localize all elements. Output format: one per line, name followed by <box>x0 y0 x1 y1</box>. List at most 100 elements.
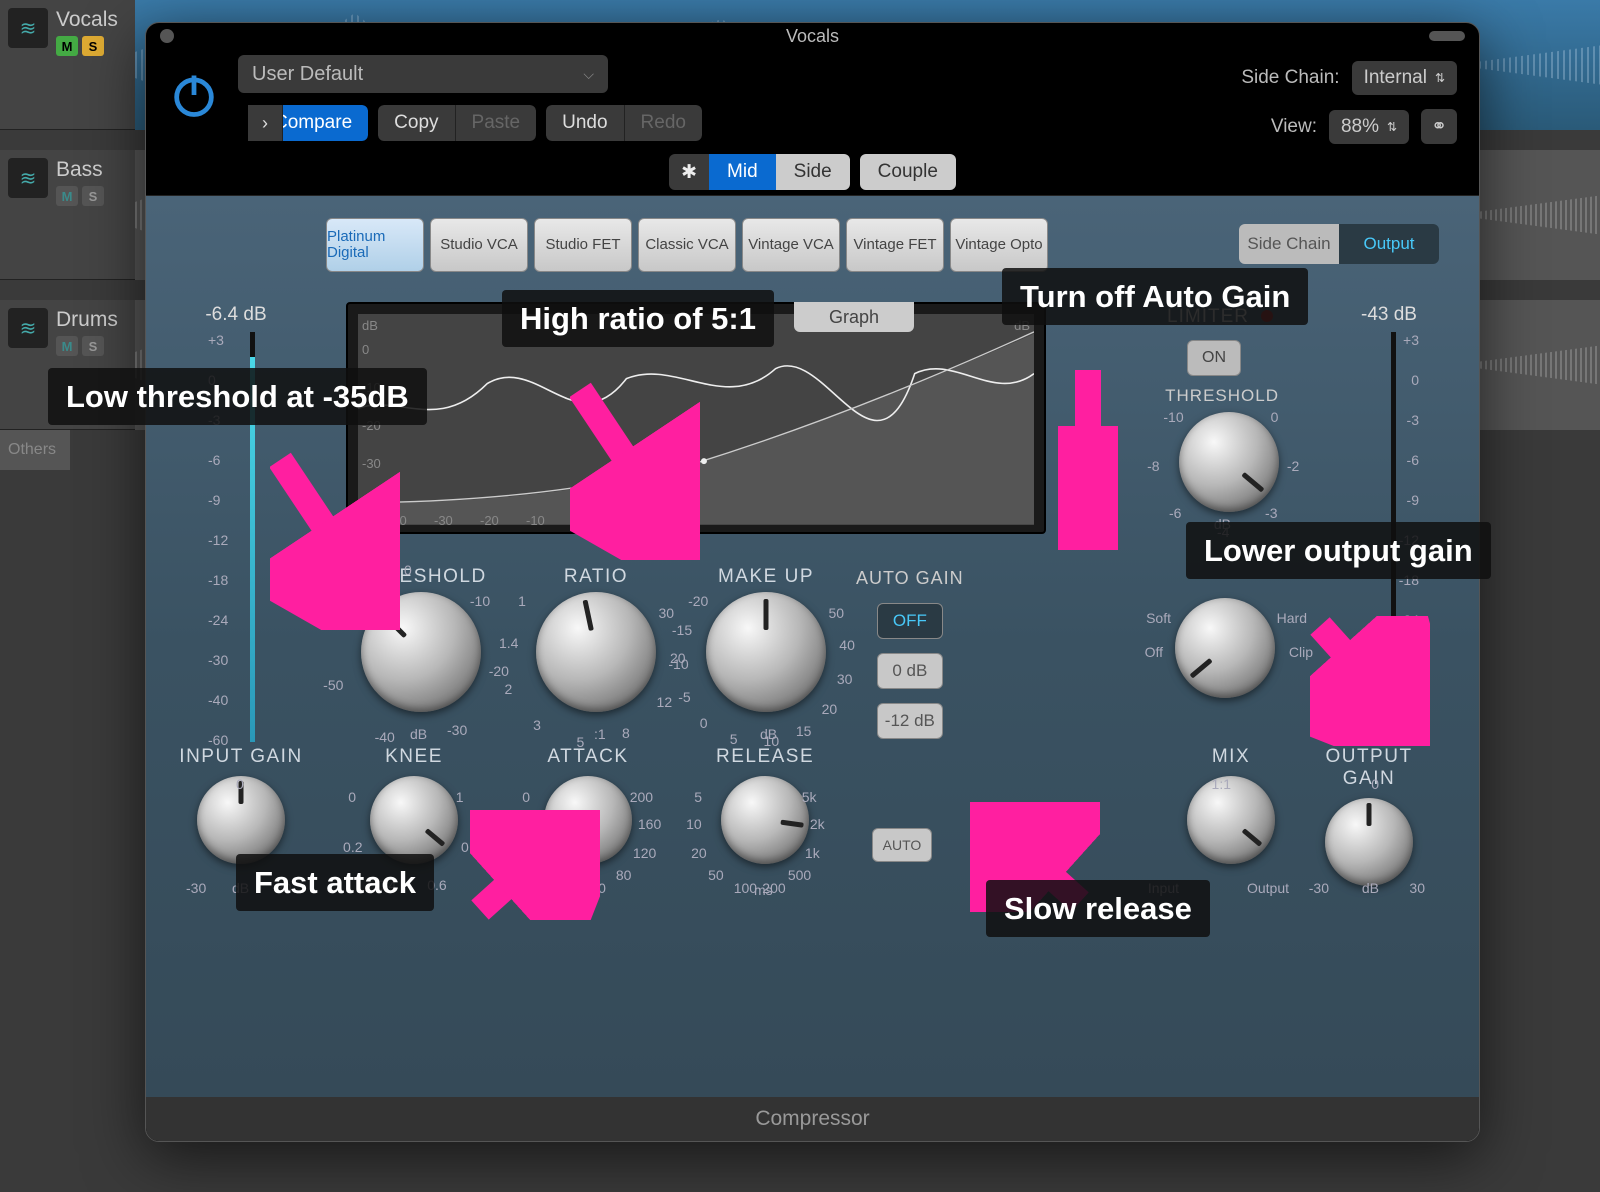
knob-tick: 30 <box>837 671 853 687</box>
view-zoom[interactable]: 88% ⇅ <box>1329 110 1409 144</box>
solo-button[interactable]: S <box>82 186 104 206</box>
knob-tick: 5 <box>694 789 702 805</box>
output-tab[interactable]: Output <box>1339 224 1439 264</box>
knob-tick: -2 <box>1287 458 1299 474</box>
meter-tick: -9 <box>208 492 220 508</box>
limiter-on-button[interactable]: ON <box>1187 340 1241 376</box>
settings-button[interactable]: ✱ <box>669 154 709 190</box>
knob-tick: -3 <box>1265 505 1277 521</box>
autogain-0db-button[interactable]: 0 dB <box>877 653 943 689</box>
model-platinum-digital[interactable]: Platinum Digital <box>326 218 424 272</box>
track-name: Bass <box>56 158 104 182</box>
knob-tick: 10 <box>764 733 780 749</box>
toolbar: User Default ⌵ ‹ › Compare Copy Paste Un… <box>146 49 1479 149</box>
knob-tick: -20 <box>489 663 509 679</box>
makeup-knob[interactable] <box>706 592 826 712</box>
knob-tick: 0.2 <box>343 839 362 855</box>
meter-tick: +3 <box>208 332 224 348</box>
knob-tick: 0 <box>404 562 412 578</box>
knob-tick: 500 <box>788 867 811 883</box>
redo-button[interactable]: Redo <box>625 105 702 141</box>
couple-tab[interactable]: Couple <box>860 154 956 190</box>
knob-tick: 160 <box>638 816 661 832</box>
mute-button[interactable]: M <box>56 36 78 56</box>
model-vintage-opto[interactable]: Vintage Opto <box>950 218 1048 272</box>
model-vintage-fet[interactable]: Vintage FET <box>846 218 944 272</box>
gear-icon: ✱ <box>681 161 697 184</box>
mute-button[interactable]: M <box>56 336 78 356</box>
knob-tick: 2k <box>810 816 825 832</box>
solo-button[interactable]: S <box>82 336 104 356</box>
link-button[interactable]: ⚭ <box>1421 109 1457 144</box>
model-studio-fet[interactable]: Studio FET <box>534 218 632 272</box>
waveform-icon: ≋ <box>8 308 48 348</box>
anno-auto-gain: Turn off Auto Gain <box>1002 268 1308 325</box>
anno-lower-output: Lower output gain <box>1186 522 1491 579</box>
knob-tick: -15 <box>672 622 692 638</box>
waveform-icon: ≋ <box>8 8 48 48</box>
release-auto-button[interactable]: AUTO <box>872 828 932 862</box>
knob-tick: -6 <box>1169 505 1181 521</box>
knob-tick: 0 <box>522 789 530 805</box>
mix-knob[interactable] <box>1187 776 1275 864</box>
copy-button[interactable]: Copy <box>378 105 455 141</box>
limiter-threshold-knob[interactable] <box>1179 412 1279 512</box>
knee-knob[interactable] <box>370 776 458 864</box>
model-classic-vca[interactable]: Classic VCA <box>638 218 736 272</box>
sidechain-output-toggle: Side Chain Output <box>1239 224 1439 264</box>
sidechain-tab[interactable]: Side Chain <box>1239 224 1339 264</box>
autogain-off-button[interactable]: OFF <box>877 603 943 639</box>
meter-tick: -6 <box>1407 452 1419 468</box>
model-vintage-vca[interactable]: Vintage VCA <box>742 218 840 272</box>
knob-tick: -10 <box>470 593 490 609</box>
knob-tick: 15 <box>796 723 812 739</box>
knob-tick: 12 <box>657 694 673 710</box>
meter-tick: -40 <box>208 692 228 708</box>
knob-tick: 80 <box>616 867 632 883</box>
meter-tick: -9 <box>1407 492 1419 508</box>
preset-select[interactable]: User Default ⌵ <box>238 55 608 93</box>
ratio-knob[interactable] <box>536 592 656 712</box>
arrow-icon <box>570 380 700 560</box>
graph-tab[interactable]: Graph <box>794 302 914 332</box>
release-knob[interactable] <box>721 776 809 864</box>
side-tab[interactable]: Side <box>776 154 850 190</box>
graph-tick: -30 <box>434 513 453 528</box>
track-header-bass[interactable]: ≋ Bass M S <box>0 150 135 280</box>
chevron-updown-icon: ⇅ <box>1435 71 1445 85</box>
knob-tick: 2 <box>505 681 513 697</box>
autogain-neg12db-button[interactable]: -12 dB <box>877 703 943 739</box>
meter-tick: -60 <box>208 732 228 748</box>
model-studio-vca[interactable]: Studio VCA <box>430 218 528 272</box>
knob-tick: 3 <box>533 717 541 733</box>
mute-button[interactable]: M <box>56 186 78 206</box>
output-gain-knob[interactable] <box>1325 798 1413 886</box>
others-group[interactable]: Others <box>0 430 70 470</box>
waveform-icon: ≋ <box>8 158 48 198</box>
track-header-vocals[interactable]: ≋ Vocals M S <box>0 0 135 130</box>
knob-tick: -10 <box>668 656 688 672</box>
knob-tick: 1 <box>456 789 464 805</box>
anno-high-ratio: High ratio of 5:1 <box>502 290 774 347</box>
knob-tick: -5 <box>678 689 690 705</box>
arrow-icon <box>470 810 600 920</box>
track-name: Vocals <box>56 8 118 32</box>
input-gain-label: INPUT GAIN <box>176 746 306 768</box>
knob-tick: 120 <box>633 845 656 861</box>
graph-tick: -10 <box>526 513 545 528</box>
paste-button[interactable]: Paste <box>456 105 537 141</box>
sidechain-select[interactable]: Internal ⇅ <box>1352 61 1457 95</box>
meter-tick: -24 <box>208 612 228 628</box>
output-readout: -43 dB <box>1339 304 1439 326</box>
knob-tick: 1 <box>518 593 526 609</box>
meter-tick: -18 <box>208 572 228 588</box>
titlebar[interactable]: Vocals <box>146 23 1479 49</box>
solo-button[interactable]: S <box>82 36 104 56</box>
mid-tab[interactable]: Mid <box>709 154 776 190</box>
power-button[interactable] <box>168 69 220 121</box>
undo-button[interactable]: Undo <box>546 105 624 141</box>
knob-tick: -30 <box>447 722 467 738</box>
knob-tick: 20 <box>691 845 707 861</box>
distortion-knob[interactable] <box>1175 598 1275 698</box>
plugin-title: Vocals <box>146 26 1479 47</box>
